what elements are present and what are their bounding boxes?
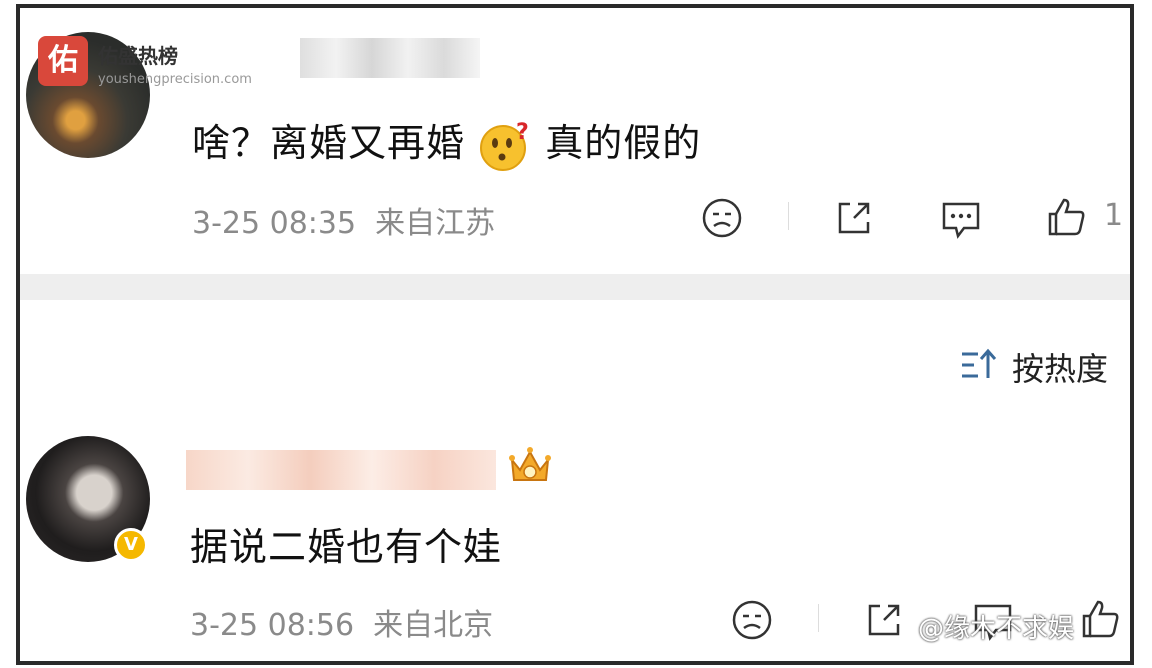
- dislike-face-icon[interactable]: [700, 196, 744, 240]
- section-divider: [20, 274, 1130, 300]
- comment-text-part: 啥？离婚又再婚: [192, 121, 466, 165]
- blurred-username[interactable]: [300, 38, 480, 78]
- like-count: 1: [1104, 198, 1124, 233]
- comment-text: 啥？离婚又再婚 ? 真的假的: [192, 112, 701, 173]
- comment-time: 3-25 08:35: [192, 206, 357, 241]
- comment-location: 来自江苏: [375, 206, 496, 241]
- watermark-url: youshengprecision.com: [98, 72, 252, 87]
- svg-text:?: ?: [516, 120, 530, 145]
- screenshot-frame: 佑 佑盛热榜 youshengprecision.com 啥？离婚又再婚 ? 真…: [16, 4, 1134, 665]
- comment-text: 据说二婚也有个娃: [190, 525, 503, 569]
- watermark-title: 佑盛热榜: [98, 44, 178, 68]
- crown-icon: [509, 447, 551, 481]
- sort-icon[interactable]: [960, 346, 1000, 384]
- divider: [788, 202, 789, 230]
- comment-location: 来自北京: [373, 608, 494, 643]
- verified-badge: V: [114, 528, 148, 562]
- like-icon[interactable]: [1078, 596, 1124, 642]
- comment-meta: 3-25 08:56 来自北京: [190, 600, 493, 644]
- thinking-face-emoji: ?: [480, 120, 530, 171]
- dislike-face-icon[interactable]: [730, 598, 774, 642]
- divider: [818, 604, 819, 632]
- comment-icon[interactable]: [938, 198, 984, 242]
- sort-by-hot-button[interactable]: 按热度: [1012, 344, 1108, 390]
- comment-meta: 3-25 08:35 来自江苏: [192, 198, 495, 242]
- comment-text-part: 真的假的: [545, 121, 702, 165]
- blurred-username[interactable]: [186, 450, 496, 490]
- share-icon[interactable]: [862, 598, 906, 642]
- comment-time: 3-25 08:56: [190, 608, 355, 643]
- share-icon[interactable]: [832, 196, 876, 240]
- like-icon[interactable]: [1044, 194, 1090, 240]
- watermark-logo: 佑: [38, 36, 88, 86]
- bottom-watermark: @缘木不求娱: [918, 614, 1075, 644]
